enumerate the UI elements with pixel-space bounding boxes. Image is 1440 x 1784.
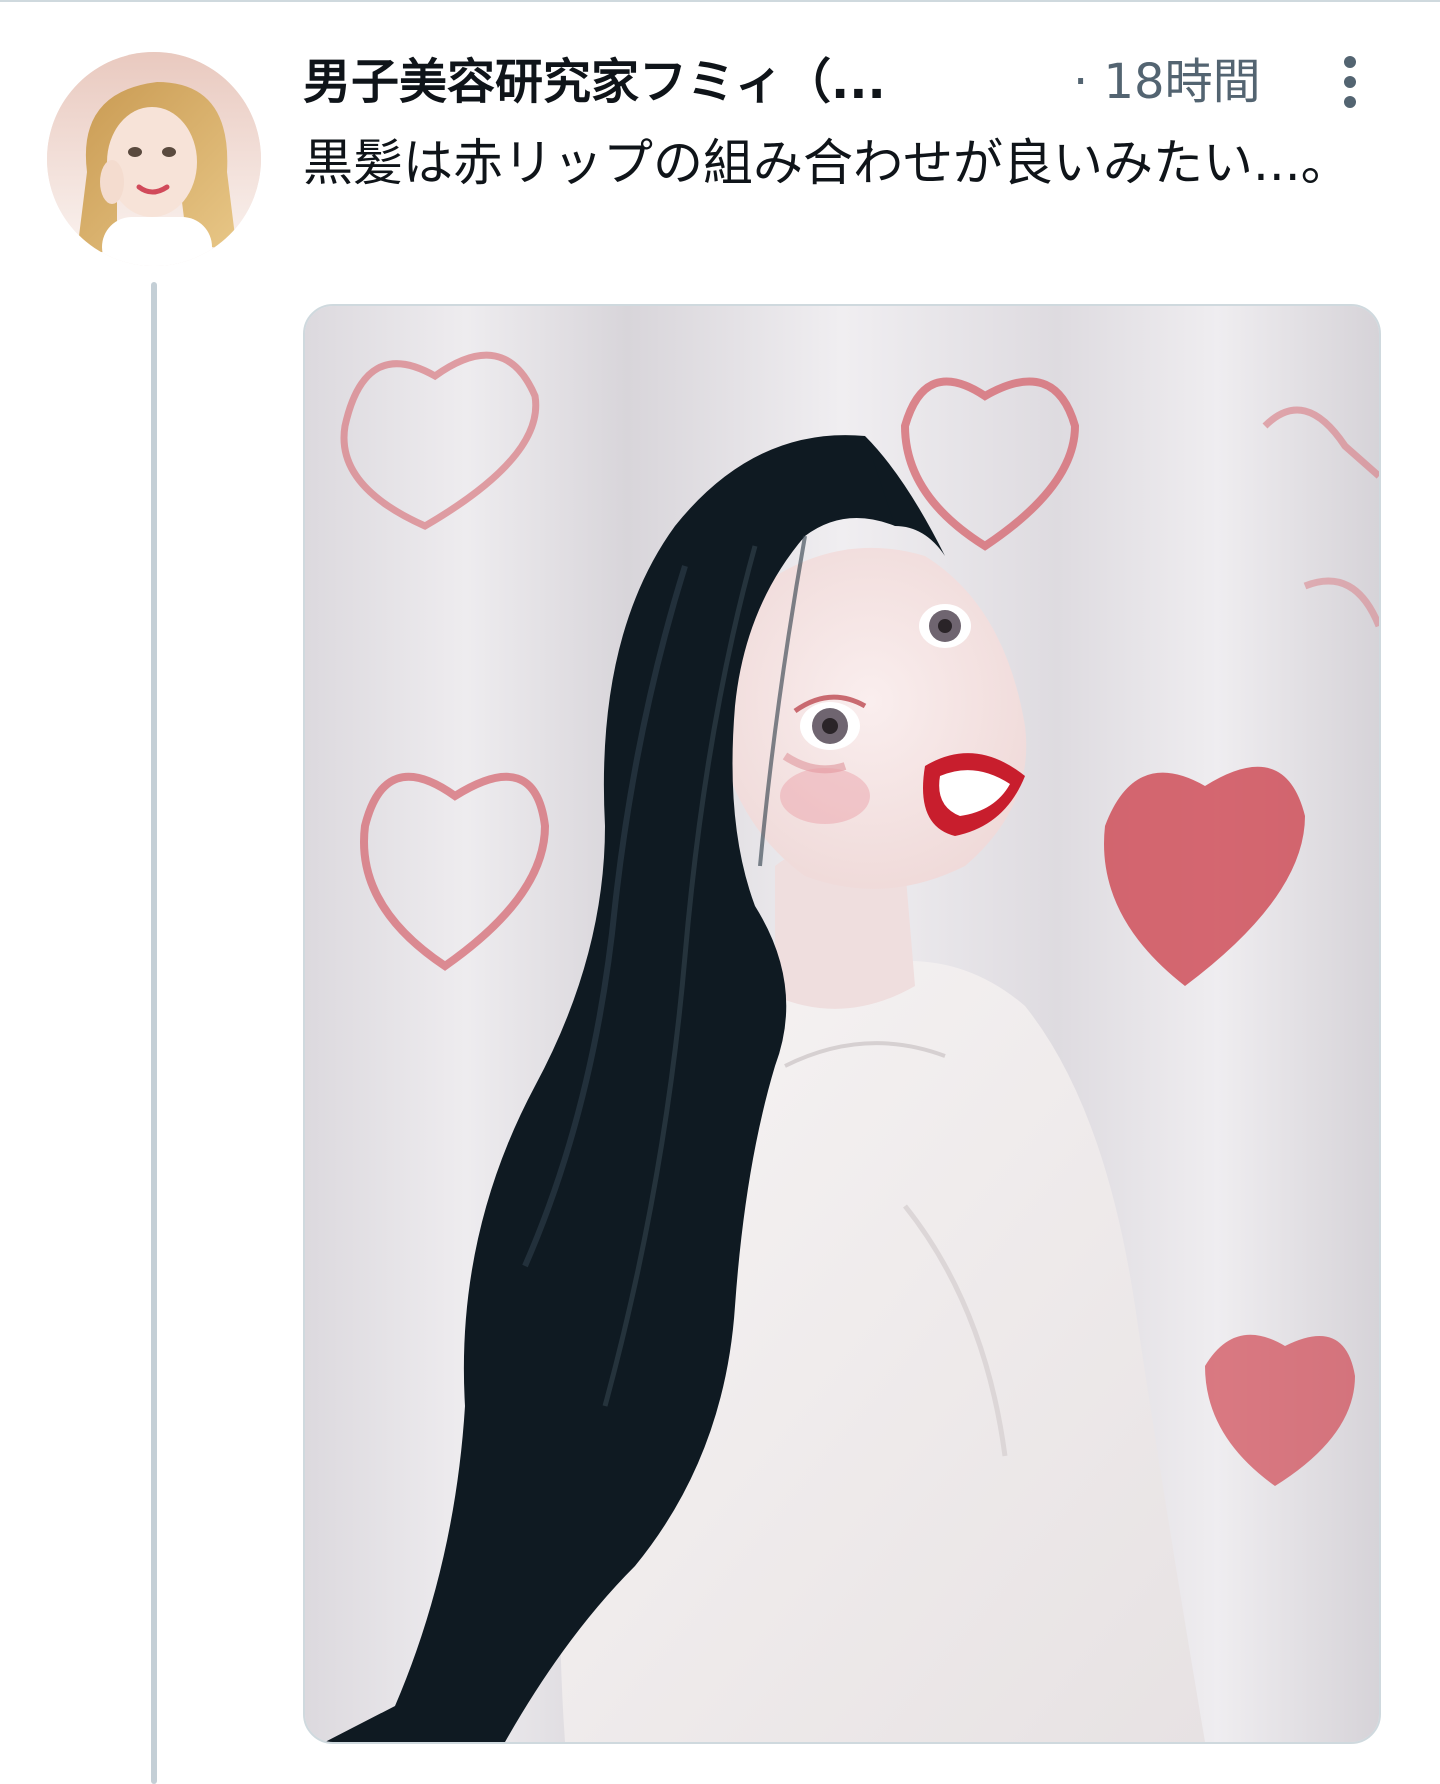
- more-vertical-icon: [1344, 56, 1356, 108]
- tweet-photo[interactable]: [303, 304, 1381, 1744]
- photo-image-icon: [305, 306, 1379, 1742]
- tweet-timestamp[interactable]: · 18時間: [1073, 50, 1261, 114]
- tweet-header: 男子美容研究家フミィ（... · 18時間: [303, 46, 1413, 118]
- profile-photo-icon: [47, 52, 261, 266]
- tweet-text: 黒髪は赤リップの組み合わせが良いみたい...。: [303, 134, 1351, 192]
- top-divider: [0, 0, 1440, 2]
- avatar[interactable]: [47, 52, 261, 266]
- more-button[interactable]: [1325, 46, 1375, 118]
- author-display-name[interactable]: 男子美容研究家フミィ（...: [303, 50, 886, 114]
- thread-line: [151, 282, 157, 1784]
